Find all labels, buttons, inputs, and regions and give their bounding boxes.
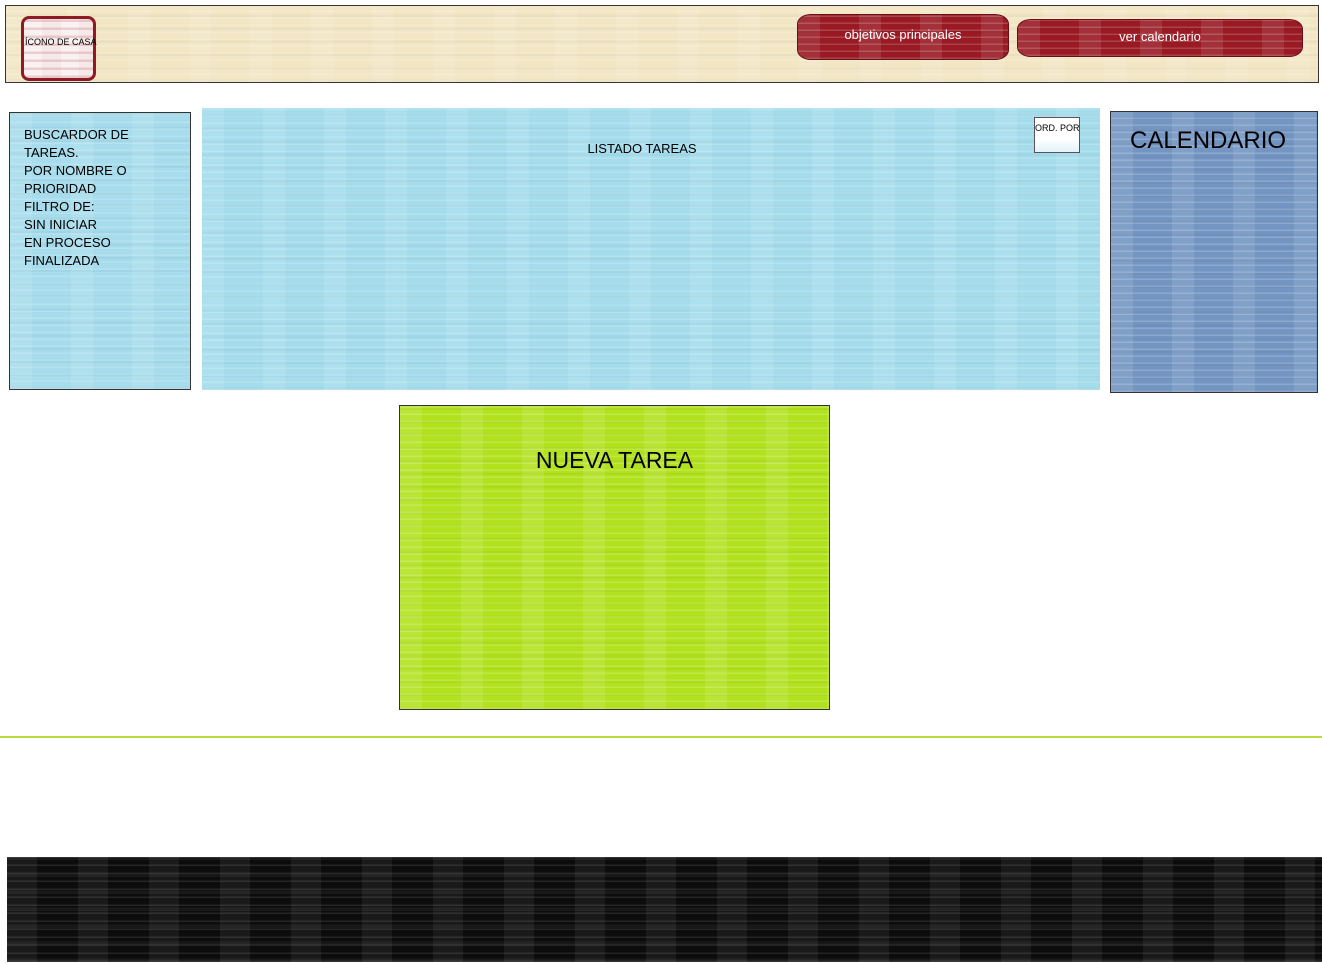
filter-option-not-started[interactable]: SIN INICIAR	[24, 216, 190, 234]
search-panel-line: PRIORIDAD	[24, 181, 97, 196]
new-task-title: NUEVA TAREA	[535, 447, 694, 473]
footer-bar	[7, 857, 1322, 962]
task-list-panel: LISTADO TAREAS ORD. POR	[202, 108, 1100, 390]
search-panel-line: TAREAS.	[24, 145, 79, 160]
new-task-panel[interactable]: NUEVA TAREA	[399, 405, 830, 710]
task-list-title: LISTADO TAREAS	[587, 141, 697, 156]
home-icon[interactable]: ÍCONO DE CASA	[21, 16, 97, 81]
search-panel-line: BUSCARDOR DE	[24, 127, 129, 142]
calendar-title: CALENDARIO	[1130, 127, 1287, 154]
view-calendar-label: ver calendario	[1119, 29, 1201, 44]
sort-by-button[interactable]: ORD. POR	[1034, 117, 1080, 153]
home-icon-label: ÍCONO DE CASA	[25, 37, 97, 47]
search-panel-line: POR NOMBRE O	[24, 163, 127, 178]
filter-label: FILTRO DE:	[24, 199, 95, 214]
filter-option-finished[interactable]: FINALIZADA	[24, 252, 190, 270]
main-objectives-label: objetivos principales	[844, 27, 962, 42]
section-divider	[0, 736, 1322, 738]
main-objectives-button[interactable]: objetivos principales	[797, 14, 1009, 60]
filter-option-in-progress[interactable]: EN PROCESO	[24, 234, 190, 252]
view-calendar-button[interactable]: ver calendario	[1017, 19, 1303, 57]
calendar-panel[interactable]: CALENDARIO	[1110, 111, 1318, 393]
task-search-panel[interactable]: BUSCARDOR DE TAREAS. POR NOMBRE O PRIORI…	[9, 112, 191, 390]
